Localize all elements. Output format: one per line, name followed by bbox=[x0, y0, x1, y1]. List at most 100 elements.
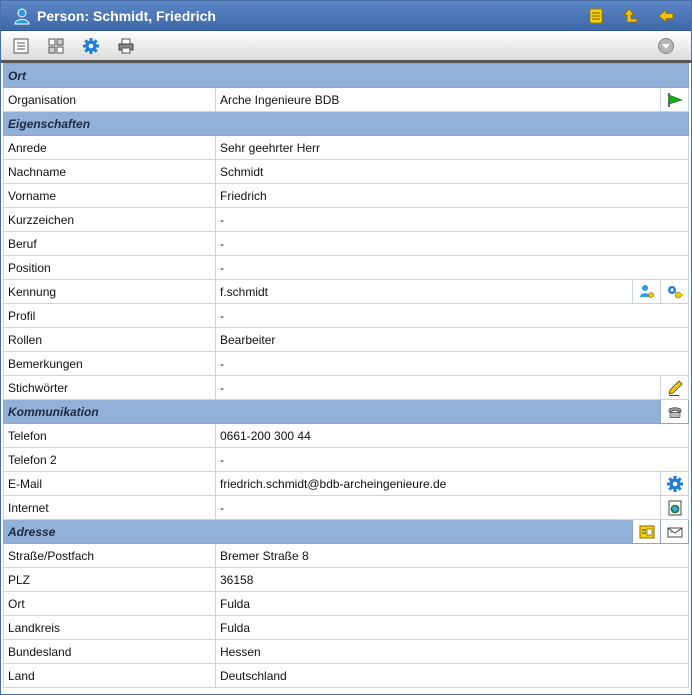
person-details-table: Ort Organisation Arche Ingenieure BDB Ei… bbox=[3, 63, 689, 688]
envelope-button[interactable] bbox=[660, 519, 689, 544]
row-value[interactable]: - bbox=[215, 303, 689, 328]
row-value[interactable]: - bbox=[215, 207, 689, 232]
row-value[interactable]: - bbox=[215, 495, 661, 520]
section-title: Kommunikation bbox=[3, 399, 661, 424]
table-row: Vorname Friedrich bbox=[3, 183, 689, 208]
printer-icon bbox=[118, 38, 134, 53]
back-button[interactable] bbox=[656, 6, 676, 26]
goto-organisation-button[interactable] bbox=[660, 87, 689, 112]
arrow-up-left-icon bbox=[623, 7, 638, 22]
table-row: Straße/Postfach Bremer Straße 8 bbox=[3, 543, 689, 568]
row-label: Bundesland bbox=[3, 639, 216, 664]
table-row: Bemerkungen - bbox=[3, 351, 689, 376]
row-value[interactable]: Fulda bbox=[215, 591, 689, 616]
table-row: Organisation Arche Ingenieure BDB bbox=[3, 87, 689, 112]
phone-icon bbox=[668, 406, 681, 418]
row-label: Stichwörter bbox=[3, 375, 216, 400]
row-label: Beruf bbox=[3, 231, 216, 256]
gear-icon bbox=[666, 475, 683, 492]
section-title: Eigenschaften bbox=[3, 111, 689, 136]
address-card-button[interactable] bbox=[632, 519, 661, 544]
row-label: Vorname bbox=[3, 183, 216, 208]
section-title: Ort bbox=[3, 63, 689, 88]
row-label: Straße/Postfach bbox=[3, 543, 216, 568]
chevron-down-icon bbox=[658, 37, 674, 54]
row-label: Anrede bbox=[3, 135, 216, 160]
flag-icon bbox=[667, 92, 683, 107]
table-row: Ort Fulda bbox=[3, 591, 689, 616]
email-settings-button[interactable] bbox=[660, 471, 689, 496]
list-view-button[interactable] bbox=[11, 36, 31, 56]
table-row: E-Mail friedrich.schmidt@bdb-archeingeni… bbox=[3, 471, 689, 496]
row-value[interactable]: f.schmidt bbox=[215, 279, 633, 304]
open-website-button[interactable] bbox=[660, 495, 689, 520]
row-label: Kurzzeichen bbox=[3, 207, 216, 232]
pencil-icon bbox=[667, 379, 683, 396]
table-row: Internet - bbox=[3, 495, 689, 520]
table-row: PLZ 36158 bbox=[3, 567, 689, 592]
table-row: Nachname Schmidt bbox=[3, 159, 689, 184]
row-value[interactable]: Schmidt bbox=[215, 159, 689, 184]
row-label: PLZ bbox=[3, 567, 216, 592]
user-key-icon bbox=[639, 284, 654, 298]
person-icon bbox=[14, 8, 30, 24]
row-label: Internet bbox=[3, 495, 216, 520]
section-ort: Ort bbox=[3, 63, 689, 88]
row-value[interactable]: - bbox=[215, 447, 689, 472]
person-window: Person: Schmidt, Friedrich Ort Organisat… bbox=[0, 0, 692, 695]
section-title: Adresse bbox=[3, 519, 633, 544]
settings-button[interactable] bbox=[81, 36, 101, 56]
row-label: Landkreis bbox=[3, 615, 216, 640]
table-row: Kurzzeichen - bbox=[3, 207, 689, 232]
list-icon bbox=[13, 38, 29, 53]
row-value[interactable]: - bbox=[215, 255, 689, 280]
table-row: Rollen Bearbeiter bbox=[3, 327, 689, 352]
row-value[interactable]: Bearbeiter bbox=[215, 327, 689, 352]
edit-keywords-button[interactable] bbox=[660, 375, 689, 400]
table-row: Landkreis Fulda bbox=[3, 615, 689, 640]
row-label: Organisation bbox=[3, 87, 216, 112]
table-row: Beruf - bbox=[3, 231, 689, 256]
row-value[interactable]: 36158 bbox=[215, 567, 689, 592]
row-value[interactable]: - bbox=[215, 351, 689, 376]
row-label: E-Mail bbox=[3, 471, 216, 496]
arrow-left-icon bbox=[658, 8, 674, 23]
table-row: Bundesland Hessen bbox=[3, 639, 689, 664]
section-adresse: Adresse bbox=[3, 519, 689, 544]
row-value[interactable]: - bbox=[215, 375, 661, 400]
call-button[interactable] bbox=[660, 399, 689, 424]
dropdown-button[interactable] bbox=[656, 36, 676, 56]
row-value[interactable]: Deutschland bbox=[215, 663, 689, 688]
row-label: Rollen bbox=[3, 327, 216, 352]
window-title: Person: Schmidt, Friedrich bbox=[37, 7, 216, 24]
row-value[interactable]: Hessen bbox=[215, 639, 689, 664]
row-value[interactable]: - bbox=[215, 231, 689, 256]
login-settings-button[interactable] bbox=[660, 279, 689, 304]
organisation-value[interactable]: Arche Ingenieure BDB bbox=[215, 87, 661, 112]
print-button[interactable] bbox=[116, 36, 136, 56]
envelope-icon bbox=[667, 527, 682, 537]
row-label: Telefon bbox=[3, 423, 216, 448]
title-bar: Person: Schmidt, Friedrich bbox=[1, 1, 691, 31]
user-account-button[interactable] bbox=[632, 279, 661, 304]
table-row: Profil - bbox=[3, 303, 689, 328]
table-row: Stichwörter - bbox=[3, 375, 689, 400]
table-row: Anrede Sehr geehrter Herr bbox=[3, 135, 689, 160]
row-label: Bemerkungen bbox=[3, 351, 216, 376]
address-card-icon bbox=[639, 525, 654, 538]
gear-icon bbox=[83, 37, 99, 54]
row-label: Kennung bbox=[3, 279, 216, 304]
row-value[interactable]: Fulda bbox=[215, 615, 689, 640]
row-value[interactable]: 0661-200 300 44 bbox=[215, 423, 689, 448]
row-value[interactable]: Sehr geehrter Herr bbox=[215, 135, 689, 160]
notes-button[interactable] bbox=[586, 6, 606, 26]
row-value[interactable]: Bremer Straße 8 bbox=[215, 543, 689, 568]
structure-button[interactable] bbox=[46, 36, 66, 56]
table-row: Land Deutschland bbox=[3, 663, 689, 688]
email-value[interactable]: friedrich.schmidt@bdb-archeingenieure.de bbox=[215, 471, 661, 496]
level-up-button[interactable] bbox=[621, 6, 641, 26]
tree-icon bbox=[48, 38, 64, 53]
row-value[interactable]: Friedrich bbox=[215, 183, 689, 208]
table-row: Telefon 2 - bbox=[3, 447, 689, 472]
row-label: Land bbox=[3, 663, 216, 688]
